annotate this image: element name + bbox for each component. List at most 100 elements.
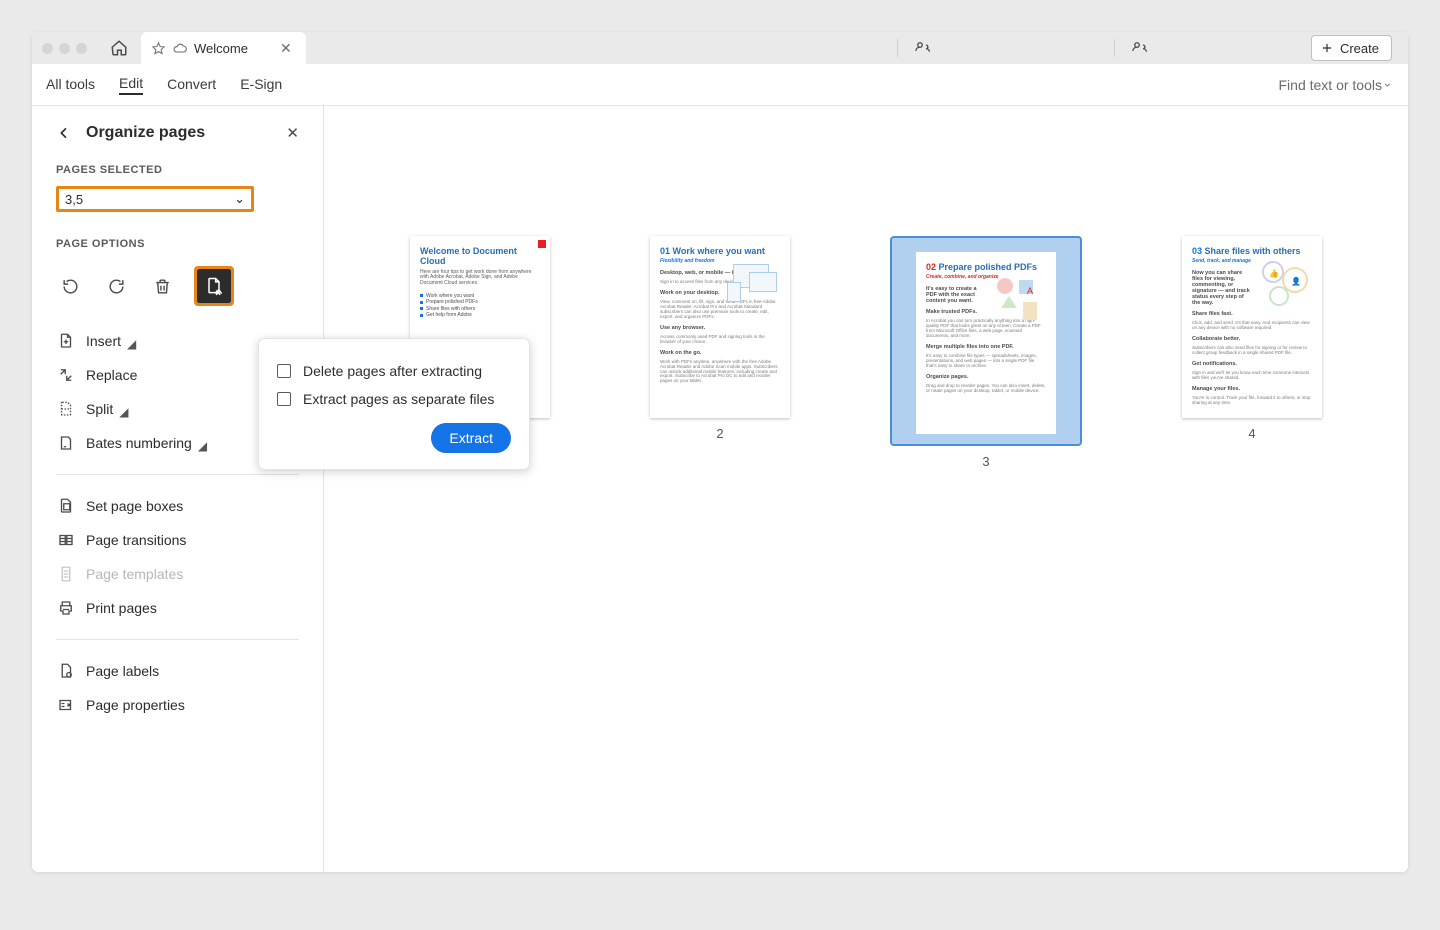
extract-page-icon [204, 276, 224, 296]
submenu-caret-icon: ◢ [127, 337, 136, 351]
checkbox-icon [277, 392, 291, 406]
share-illustration-icon: 👍👤 [1259, 258, 1314, 313]
thumb-title: Welcome to Document Cloud [420, 246, 540, 267]
set-page-boxes-label: Set page boxes [86, 498, 183, 514]
traffic-light-zoom-icon[interactable] [76, 43, 87, 54]
thumbnail-2[interactable]: 01 Work where you want Flexibility and f… [650, 236, 790, 418]
bates-label: Bates numbering [86, 435, 192, 451]
menu-edit[interactable]: Edit [119, 75, 143, 95]
thumbnail-3-selected[interactable]: 02 Prepare polished PDFs Create, combine… [890, 236, 1082, 446]
menu-esign[interactable]: E-Sign [240, 76, 282, 94]
panel-header: Organize pages ✕ [56, 124, 299, 142]
split-label: Split [86, 401, 113, 417]
people-icon[interactable] [1131, 39, 1149, 57]
extract-popover: Delete pages after extracting Extract pa… [258, 338, 530, 470]
rotate-ccw-icon [61, 277, 80, 296]
page-properties-label: Page properties [86, 697, 185, 713]
main: Organize pages ✕ PAGES SELECTED 3,5 ⌄ PA… [32, 106, 1408, 872]
back-button[interactable] [56, 125, 76, 141]
checkbox-icon [277, 364, 291, 378]
traffic-light-minimize-icon[interactable] [59, 43, 70, 54]
page-labels-icon [56, 661, 76, 681]
adobe-logo-icon [538, 240, 546, 248]
replace-icon [56, 365, 76, 385]
extract-confirm-label: Extract [449, 430, 493, 446]
menu-all-tools[interactable]: All tools [46, 76, 95, 94]
cloud-icon [172, 40, 188, 56]
page-number-2: 2 [716, 426, 723, 441]
titlebar-right: Create [897, 32, 1408, 64]
templates-icon [56, 564, 76, 584]
panel-close-button[interactable]: ✕ [286, 124, 299, 142]
print-pages-option[interactable]: Print pages [56, 591, 299, 625]
separate-files-label: Extract pages as separate files [303, 391, 494, 407]
page-number-3: 3 [982, 454, 989, 469]
pages-selected-value: 3,5 [65, 192, 83, 207]
page-labels-option[interactable]: Page labels [56, 654, 299, 688]
menubar: All tools Edit Convert E-Sign Find text … [32, 64, 1408, 106]
tab-close-button[interactable]: ✕ [280, 40, 292, 57]
create-button[interactable]: Create [1311, 35, 1392, 61]
chevron-left-icon [56, 125, 72, 141]
rotate-cw-button[interactable] [102, 272, 130, 300]
delete-button[interactable] [148, 272, 176, 300]
pages-selected-dropdown[interactable]: 3,5 ⌄ [56, 186, 254, 212]
extract-confirm-button[interactable]: Extract [431, 423, 511, 453]
svg-text:👍: 👍 [1269, 268, 1279, 278]
insert-label: Insert [86, 333, 121, 349]
page-properties-option[interactable]: Page properties [56, 688, 299, 722]
page-templates-option: Page templates [56, 557, 299, 591]
window-controls[interactable] [32, 43, 87, 54]
print-icon [56, 598, 76, 618]
page-transitions-label: Page transitions [86, 532, 186, 548]
extract-button-highlight [194, 266, 234, 306]
home-button[interactable] [105, 34, 133, 62]
page-properties-icon [56, 695, 76, 715]
divider [56, 639, 299, 640]
extract-button[interactable] [197, 269, 231, 303]
delete-after-label: Delete pages after extracting [303, 363, 482, 379]
svg-text:👤: 👤 [1291, 276, 1301, 286]
app-window: Welcome ✕ Create All tools Edit Convert … [32, 32, 1408, 872]
divider [1114, 39, 1115, 57]
thumbnail-cell-4: 03 Share files with others Send, track, … [1182, 236, 1322, 469]
page-templates-label: Page templates [86, 566, 183, 582]
page-transitions-option[interactable]: Page transitions [56, 523, 299, 557]
submenu-caret-icon: ◢ [198, 439, 207, 453]
split-icon [56, 399, 76, 419]
thumbnail-4[interactable]: 03 Share files with others Send, track, … [1182, 236, 1322, 418]
page-number-4: 4 [1248, 426, 1255, 441]
extract-separate-files-checkbox[interactable]: Extract pages as separate files [277, 385, 511, 413]
menu-convert[interactable]: Convert [167, 76, 216, 94]
devices-illustration-icon [727, 260, 782, 305]
rotate-cw-icon [107, 277, 126, 296]
page-boxes-icon [56, 496, 76, 516]
create-label: Create [1340, 41, 1379, 56]
thumb-sub: Here are four tips to get work done from… [420, 270, 540, 287]
tab-title: Welcome [194, 41, 248, 56]
find-tools[interactable]: Find text or tools › [1279, 77, 1391, 93]
trash-icon [153, 277, 172, 296]
replace-label: Replace [86, 367, 137, 383]
people-icon[interactable] [914, 39, 932, 57]
thumb-bullets: Work where you want Prepare polished PDF… [420, 293, 540, 319]
bates-icon [56, 433, 76, 453]
chevron-down-icon: ⌄ [234, 191, 245, 207]
find-label: Find text or tools [1279, 77, 1383, 93]
print-pages-label: Print pages [86, 600, 157, 616]
pages-selected-label: PAGES SELECTED [56, 164, 299, 176]
home-icon [110, 39, 128, 57]
titlebar: Welcome ✕ Create [32, 32, 1408, 64]
set-page-boxes-option[interactable]: Set page boxes [56, 489, 299, 523]
delete-after-extract-checkbox[interactable]: Delete pages after extracting [277, 357, 511, 385]
rotate-ccw-button[interactable] [56, 272, 84, 300]
star-icon [151, 41, 166, 56]
plus-icon [1320, 41, 1334, 55]
find-chevron-icon: › [1381, 83, 1395, 87]
thumbnail-cell-2: 01 Work where you want Flexibility and f… [650, 236, 790, 469]
sidebar-panel: Organize pages ✕ PAGES SELECTED 3,5 ⌄ PA… [32, 106, 324, 872]
document-tab[interactable]: Welcome ✕ [141, 32, 306, 64]
traffic-light-close-icon[interactable] [42, 43, 53, 54]
page-options-row [56, 266, 299, 306]
page-options-label: PAGE OPTIONS [56, 238, 299, 250]
